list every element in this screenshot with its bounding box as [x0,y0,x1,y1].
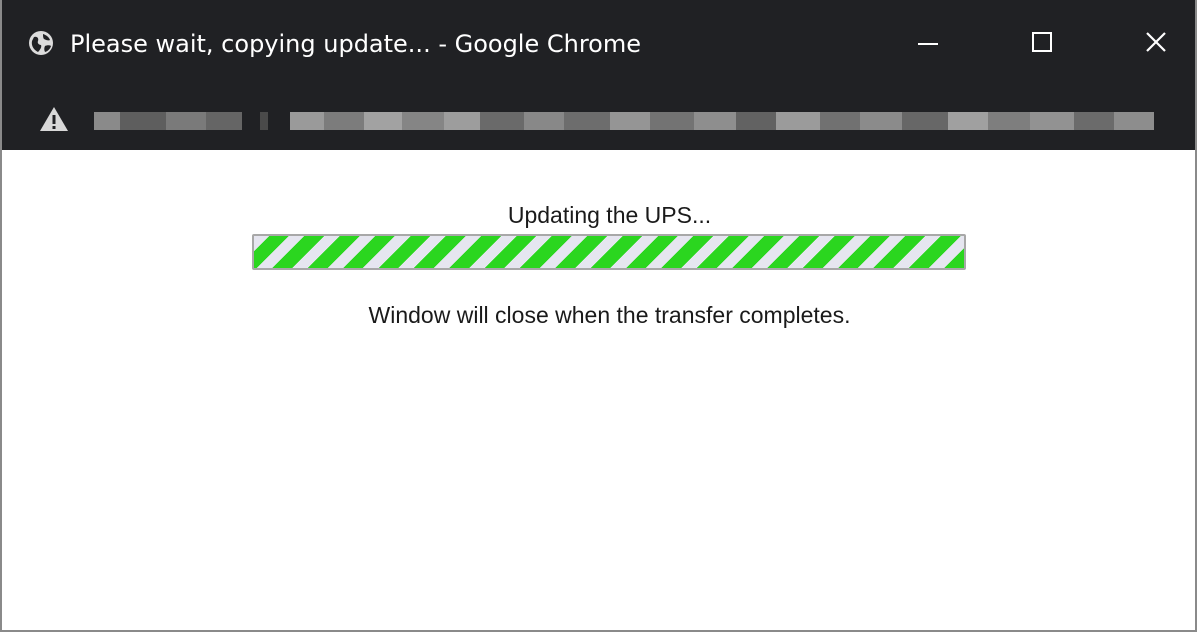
warning-triangle-icon[interactable] [38,104,70,134]
dialog-content: Updating the UPS... Window will close wh… [2,150,1195,630]
progress-bar [252,234,966,270]
close-notice: Window will close when the transfer comp… [368,302,851,328]
maximize-button[interactable] [1012,16,1072,72]
progress-bar-stripes [254,236,964,268]
minimize-icon [917,31,939,57]
address-bar [2,90,1195,150]
window-title: Please wait, copying update... - Google … [70,30,642,58]
maximize-icon [1031,31,1053,57]
status-message: Updating the UPS... [507,202,712,228]
minimize-button[interactable] [898,16,958,72]
browser-popup-window: Please wait, copying update... - Google … [0,0,1197,632]
close-icon [1145,31,1167,57]
close-window-button[interactable] [1126,16,1186,72]
title-bar[interactable]: Please wait, copying update... - Google … [2,0,1195,90]
globe-icon [28,30,54,56]
obscured-url [94,112,1174,130]
